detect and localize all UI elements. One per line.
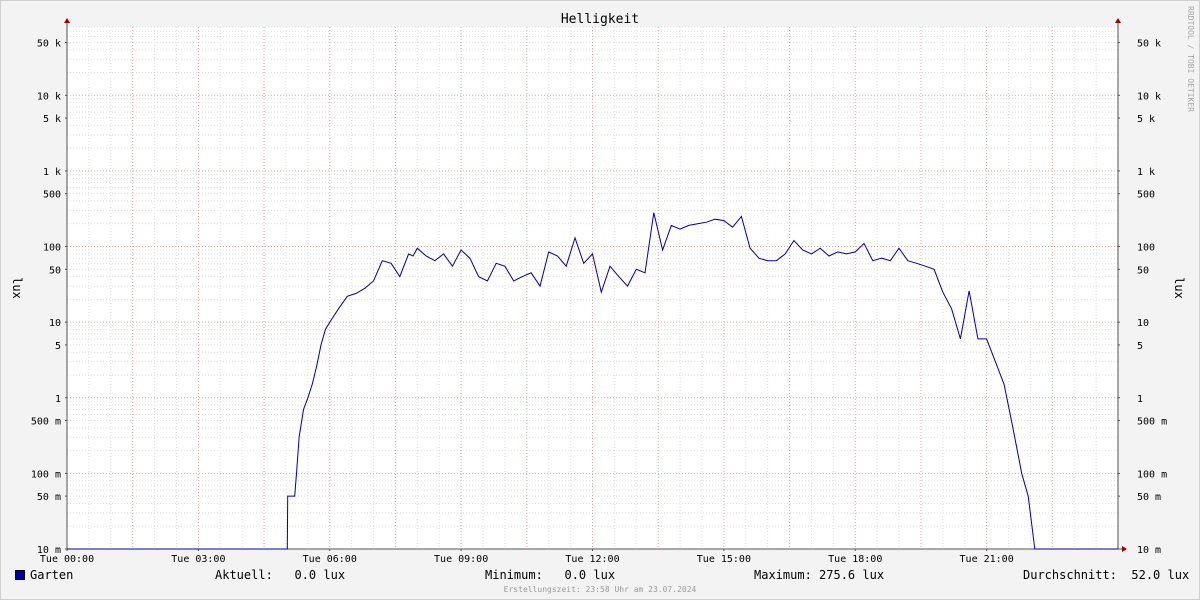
x-tick-label: Tue 03:00 xyxy=(171,554,225,565)
y-tick-label-left: 100 xyxy=(43,243,61,254)
y-axis-right-arrow xyxy=(1115,18,1121,23)
y-tick-label-right: 10 xyxy=(1137,318,1149,329)
legend-current: Aktuell: 0.0 lux xyxy=(215,568,346,582)
x-axis-ticks: Tue 00:00 Tue 03:00 Tue 06:00 Tue 09:00 Tue … xyxy=(40,549,1014,565)
x-tick-label: Tue 00:00 xyxy=(40,554,94,565)
chart-title: Helligkeit xyxy=(561,12,639,27)
y-axis-label-right: lux xyxy=(1172,277,1186,299)
y-axis-left-ticks: 10 m50 m100 m500 m1510501005001 k5 k10 k… xyxy=(31,38,67,556)
y-tick-label-right: 10 m xyxy=(1137,545,1161,556)
y-tick-label-left: 100 m xyxy=(31,469,61,480)
y-tick-label-left: 5 xyxy=(55,341,61,352)
x-tick-label: Tue 18:00 xyxy=(828,554,882,565)
x-tick-label: Tue 15:00 xyxy=(697,554,751,565)
x-tick-label: Tue 06:00 xyxy=(303,554,357,565)
x-axis-arrow xyxy=(1122,546,1127,552)
legend-average: Durchschnitt: 52.0 lux xyxy=(1023,568,1190,582)
x-tick-label: Tue 12:00 xyxy=(565,554,619,565)
y-tick-label-right: 5 xyxy=(1137,341,1143,352)
x-tick-label: Tue 21:00 xyxy=(960,554,1014,565)
y-tick-label-left: 1 xyxy=(55,394,61,405)
legend-series-name: Garten xyxy=(30,568,74,582)
y-tick-label-right: 50 m xyxy=(1137,492,1161,503)
legend-minimum: Minimum: 0.0 lux xyxy=(485,568,616,582)
y-tick-label-left: 50 m xyxy=(37,492,61,503)
y-tick-label-left: 50 xyxy=(49,265,61,276)
legend-swatch-garten xyxy=(15,570,25,580)
y-tick-label-right: 500 m xyxy=(1137,417,1167,428)
y-tick-label-left: 50 k xyxy=(37,38,61,49)
y-tick-label-right: 50 k xyxy=(1137,38,1161,49)
y-tick-label-left: 10 k xyxy=(37,91,61,102)
y-axis-left-arrow xyxy=(64,18,70,23)
creation-time-footer: Erstellungszeit: 23:58 Uhr am 23.07.2024 xyxy=(503,585,697,594)
y-tick-label-right: 50 xyxy=(1137,265,1149,276)
rrdtool-credit: RRDTOOL / TOBI OETIKER xyxy=(1186,6,1195,112)
y-tick-label-right: 100 m xyxy=(1137,469,1167,480)
y-axis-label-left: lux xyxy=(10,277,24,299)
y-tick-label-right: 5 k xyxy=(1137,114,1155,125)
y-axis-right-ticks: 10 m 50 m 100 m 500 m 1 5 10 50 100 500 1 k 5 k 10 k… xyxy=(1118,38,1167,556)
y-tick-label-right: 500 xyxy=(1137,190,1155,201)
y-tick-label-left: 500 xyxy=(43,190,61,201)
brightness-chart: 10 m 50 m 100 m 500 m 1 5 10 50 100 500 1 k 5 k 10 k… xyxy=(10,12,1186,565)
legend-maximum: Maximum: 275.6 lux xyxy=(754,568,885,582)
x-tick-label: Tue 09:00 xyxy=(434,554,488,565)
y-tick-label-right: 1 xyxy=(1137,394,1143,405)
y-tick-label-left: 500 m xyxy=(31,417,61,428)
y-tick-label-right: 10 k xyxy=(1137,91,1161,102)
y-tick-label-right: 1 k xyxy=(1137,167,1155,178)
y-tick-label-left: 1 k xyxy=(43,167,61,178)
legend: Garten Aktuell: 0.0 lux Minimum: 0.0 lux… xyxy=(0,566,1200,586)
y-tick-label-left: 5 k xyxy=(43,114,61,125)
y-tick-label-right: 100 xyxy=(1137,243,1155,254)
y-tick-label-left: 10 xyxy=(49,318,61,329)
